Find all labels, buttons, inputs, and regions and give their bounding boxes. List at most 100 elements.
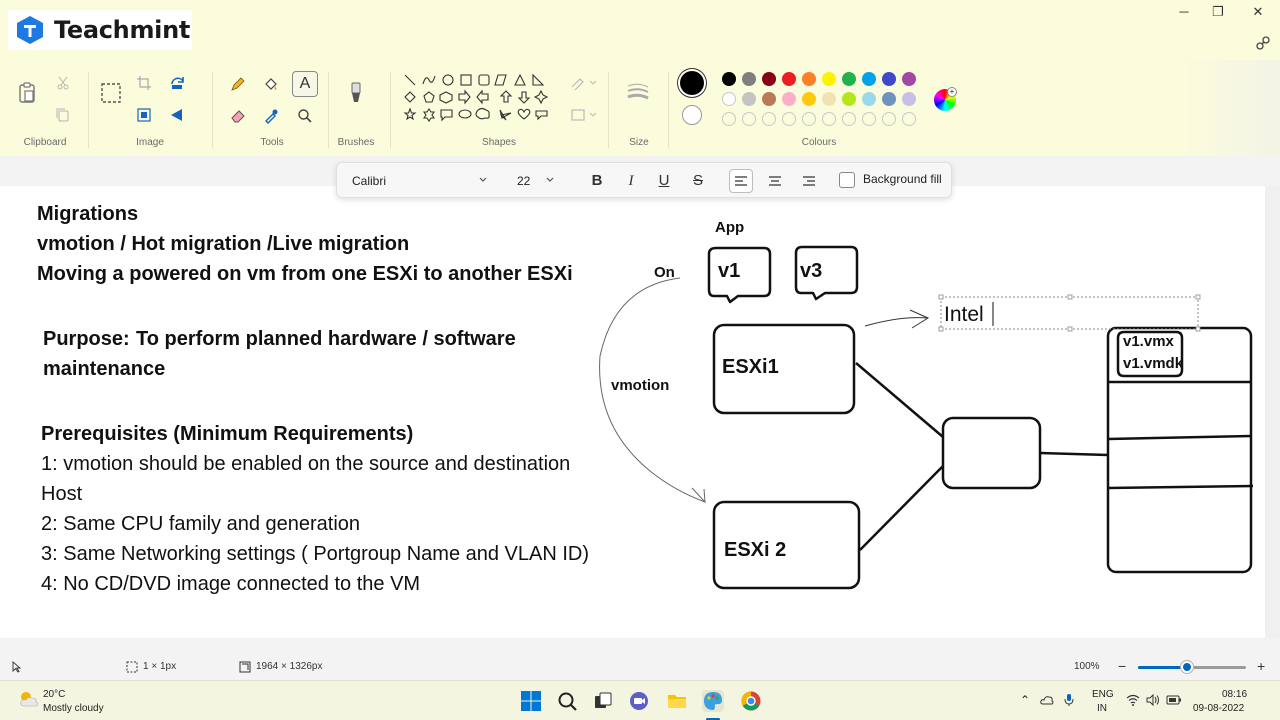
text-a-icon: A — [299, 75, 311, 92]
cloud-icon[interactable] — [1040, 694, 1054, 706]
zoom-out-button[interactable]: − — [1118, 658, 1126, 674]
colour-swatch[interactable] — [902, 92, 916, 106]
clock-date[interactable]: 09-08-2022 — [1193, 703, 1244, 714]
task-view-button[interactable] — [592, 690, 614, 712]
colour-swatch[interactable] — [862, 92, 876, 106]
colour-swatch[interactable] — [882, 72, 896, 86]
strikethrough-button[interactable]: S — [686, 169, 710, 193]
windows-logo-icon — [521, 691, 541, 711]
colour-swatch[interactable] — [822, 92, 836, 106]
weather-desc: Mostly cloudy — [43, 703, 104, 714]
crop-button[interactable] — [137, 76, 151, 90]
chat-icon — [630, 692, 648, 710]
minimize-button[interactable]: ─ — [1174, 3, 1194, 21]
paste-button[interactable] — [18, 82, 36, 104]
font-family-select[interactable]: Calibri — [345, 169, 495, 193]
colour-swatch[interactable] — [762, 72, 776, 86]
secondary-color[interactable] — [682, 105, 702, 125]
colour-swatch[interactable] — [722, 72, 736, 86]
custom-colour-slot[interactable] — [782, 112, 796, 126]
edit-colours-button[interactable]: + — [934, 87, 957, 111]
chrome-button[interactable] — [740, 690, 762, 712]
selection-size-icon — [126, 661, 138, 673]
italic-button[interactable]: I — [619, 169, 643, 193]
start-button[interactable] — [520, 690, 542, 712]
bold-button[interactable]: B — [585, 169, 609, 193]
vertical-scrollbar[interactable] — [1265, 186, 1280, 638]
fill-button[interactable] — [263, 76, 279, 92]
folder-icon — [668, 695, 686, 708]
custom-colour-slot[interactable] — [742, 112, 756, 126]
volume-icon[interactable] — [1146, 694, 1160, 706]
paint-palette-icon — [704, 692, 722, 710]
file-explorer-button[interactable] — [666, 690, 688, 712]
colour-swatch[interactable] — [742, 72, 756, 86]
pencil-button[interactable] — [230, 76, 246, 92]
underline-button[interactable]: U — [652, 169, 676, 193]
brushes-button[interactable] — [346, 82, 366, 106]
colour-swatch[interactable] — [722, 92, 736, 106]
zoom-in-button[interactable]: + — [1257, 658, 1265, 674]
zoom-slider-thumb[interactable] — [1180, 661, 1193, 673]
battery-icon[interactable] — [1166, 694, 1182, 706]
colour-swatch[interactable] — [822, 72, 836, 86]
custom-colour-slot[interactable] — [822, 112, 836, 126]
resize-button[interactable] — [137, 108, 151, 122]
share-icon[interactable] — [1254, 34, 1272, 52]
background-fill-checkbox[interactable] — [839, 172, 855, 188]
wifi-icon[interactable] — [1126, 694, 1140, 706]
align-center-button[interactable] — [763, 169, 787, 193]
text-tool-button[interactable]: A — [292, 71, 318, 97]
shapes-gallery[interactable] — [402, 72, 552, 126]
weather-cloud-icon[interactable] — [17, 689, 41, 709]
colour-swatch[interactable] — [802, 72, 816, 86]
colour-swatch[interactable] — [782, 92, 796, 106]
microphone-icon[interactable] — [1064, 693, 1074, 707]
rotate-button[interactable] — [170, 76, 186, 90]
colour-swatch[interactable] — [762, 92, 776, 106]
colour-swatch[interactable] — [782, 72, 796, 86]
align-left-button[interactable] — [729, 169, 753, 193]
colour-swatch[interactable] — [842, 92, 856, 106]
chat-button[interactable] — [628, 690, 650, 712]
magnifier-button[interactable] — [297, 108, 313, 124]
custom-colour-slot[interactable] — [882, 112, 896, 126]
maximize-button[interactable]: ❐ — [1208, 3, 1228, 21]
colour-swatch[interactable] — [902, 72, 916, 86]
custom-colour-slot[interactable] — [802, 112, 816, 126]
flip-button[interactable] — [170, 108, 186, 122]
crop-icon — [137, 76, 151, 90]
select-button[interactable] — [100, 82, 122, 104]
custom-colour-slot[interactable] — [762, 112, 776, 126]
custom-colour-slot[interactable] — [862, 112, 876, 126]
intel-text-input[interactable]: Intel — [944, 303, 984, 327]
custom-colour-slot[interactable] — [722, 112, 736, 126]
teachmint-logo-icon — [17, 16, 43, 44]
close-button[interactable]: ✕ — [1248, 3, 1268, 21]
language-eng[interactable]: ENG — [1092, 689, 1114, 700]
clock-time[interactable]: 08:16 — [1222, 689, 1247, 700]
paint-app-button[interactable] — [702, 690, 724, 712]
colour-swatch[interactable] — [862, 72, 876, 86]
zoom-level: 100% — [1074, 661, 1100, 672]
custom-colour-slot[interactable] — [842, 112, 856, 126]
language-region[interactable]: IN — [1097, 703, 1107, 714]
size-button[interactable] — [626, 82, 650, 102]
primary-color[interactable] — [680, 71, 704, 95]
color-picker-button[interactable] — [263, 108, 279, 124]
colour-swatch[interactable] — [842, 72, 856, 86]
drawing-canvas[interactable]: Migrations vmotion / Hot migration /Live… — [0, 186, 1265, 638]
custom-colour-slot[interactable] — [902, 112, 916, 126]
outline-button[interactable] — [570, 76, 596, 90]
vmotion-diagram — [599, 245, 1254, 590]
tray-overflow-icon[interactable]: ⌃ — [1020, 693, 1030, 707]
colour-swatch[interactable] — [882, 92, 896, 106]
shape-fill-button[interactable] — [570, 108, 596, 122]
cut-button[interactable] — [56, 76, 70, 90]
align-right-button[interactable] — [797, 169, 821, 193]
copy-button[interactable] — [56, 108, 70, 122]
search-button[interactable] — [556, 690, 578, 712]
colour-swatch[interactable] — [802, 92, 816, 106]
eraser-button[interactable] — [230, 108, 246, 124]
colour-swatch[interactable] — [742, 92, 756, 106]
